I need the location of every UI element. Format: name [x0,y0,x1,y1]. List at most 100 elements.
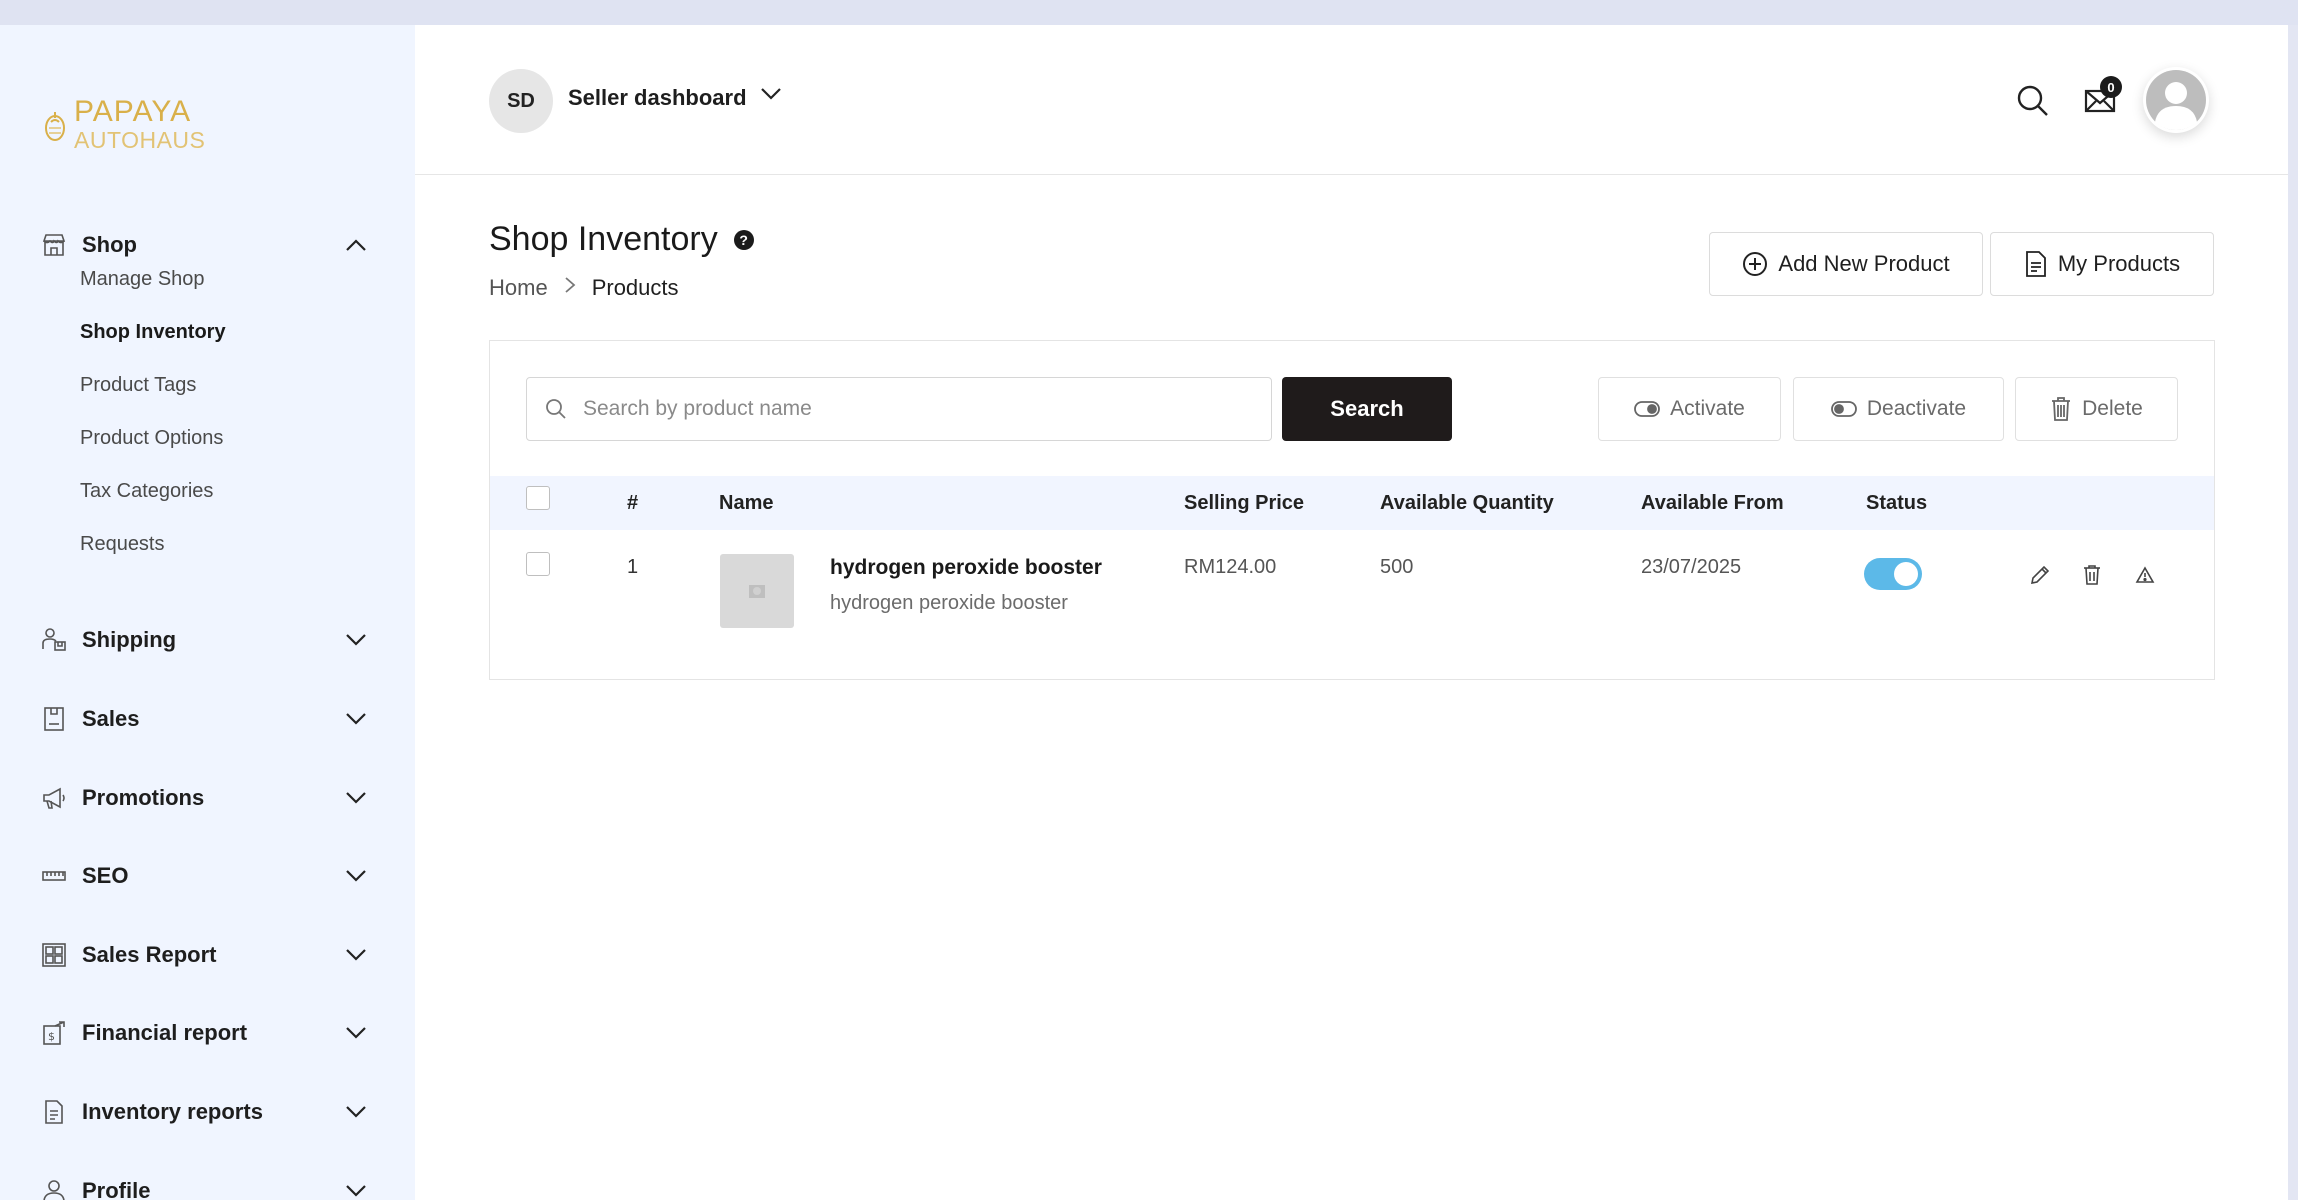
breadcrumb: Home Products [489,275,679,301]
table-row: 1 hydrogen peroxide booster hydrogen per… [490,530,2214,650]
product-name[interactable]: hydrogen peroxide booster [830,556,1102,580]
seller-avatar[interactable]: SD [489,69,553,133]
breadcrumb-current: Products [591,275,679,300]
add-new-product-button[interactable]: Add New Product [1709,232,1983,296]
sidebar-item-product-tags[interactable]: Product Tags [80,370,196,400]
chevron-down-icon[interactable] [342,1098,370,1126]
plus-circle-icon [1743,252,1768,276]
store-icon [40,231,68,259]
page-title: Shop Inventory ? [489,220,754,259]
svg-text:$: $ [48,1030,55,1043]
chevron-down-icon[interactable] [342,626,370,654]
shipping-icon [40,626,68,654]
document-icon [2025,251,2046,277]
toggle-on-icon [1634,401,1661,417]
sidebar-group-label: Shop [82,232,137,257]
column-header-status: Status [1866,492,1928,514]
chevron-up-icon[interactable] [342,231,370,259]
sidebar-item-shop-inventory[interactable]: Shop Inventory [80,317,226,347]
search-field[interactable] [526,377,1272,441]
my-products-button[interactable]: My Products [1990,232,2214,296]
logo-mark-icon [45,111,65,141]
sidebar-group-label: Inventory reports [82,1099,263,1124]
delete-button[interactable]: Delete [2015,377,2178,441]
product-quantity: 500 [1380,556,1414,578]
sidebar-group-profile[interactable]: Profile [40,1171,370,1200]
brand-logo[interactable]: PAPAYA AUTOHAUS [42,97,205,152]
deactivate-button[interactable]: Deactivate [1793,377,2004,441]
sidebar-item-requests[interactable]: Requests [80,529,165,559]
breadcrumb-home[interactable]: Home [489,275,548,301]
chevron-down-icon[interactable] [342,862,370,890]
top-header: SD Seller dashboard 0 [415,25,2288,175]
chevron-down-icon[interactable] [342,784,370,812]
delete-label: Delete [2082,397,2143,420]
sidebar-group-inventory-reports[interactable]: Inventory reports [40,1092,370,1132]
sidebar-group-seo[interactable]: SEO [40,856,370,896]
sidebar-group-sales-report[interactable]: Sales Report [40,935,370,975]
table-header: # Name Selling Price Available Quantity … [490,476,2214,530]
chevron-down-icon[interactable] [342,941,370,969]
search-input[interactable] [583,397,1233,421]
sidebar-group-sales[interactable]: Sales [40,699,370,739]
column-header-name: Name [719,492,774,514]
sidebar-group-promotions[interactable]: Promotions [40,778,370,818]
sidebar: PAPAYA AUTOHAUS Shop Manage Shop Shop In… [0,25,415,1200]
activate-button[interactable]: Activate [1598,377,1781,441]
chevron-down-icon[interactable] [342,1019,370,1047]
add-new-product-label: Add New Product [1778,251,1950,276]
sidebar-group-shipping[interactable]: Shipping [40,620,370,660]
column-header-available-from: Available From [1641,492,1784,514]
sidebar-group-label: Shipping [82,627,177,652]
my-products-label: My Products [2057,251,2181,276]
sidebar-group-label: SEO [82,863,129,888]
chevron-right-icon [564,276,576,300]
chevron-down-icon[interactable] [342,705,370,733]
toggle-off-icon [1830,401,1857,417]
select-all-checkbox[interactable] [526,486,550,510]
search-icon [546,399,566,419]
inventory-card: Search Activate Deactivate Delete # Name… [489,340,2215,680]
row-checkbox[interactable] [526,552,550,576]
page-title-text: Shop Inventory [489,220,718,258]
main-content: SD Seller dashboard 0 Shop Inventory ? H… [415,25,2288,1200]
search-button[interactable]: Search [1282,377,1452,441]
search-icon[interactable] [2015,83,2051,119]
chevron-down-icon[interactable] [342,1177,370,1200]
sidebar-group-financial-report[interactable]: $ Financial report [40,1013,370,1053]
product-available-from: 23/07/2025 [1641,556,1742,578]
sidebar-item-product-options[interactable]: Product Options [80,423,223,453]
image-placeholder-icon [749,585,765,598]
window-top-strip [0,0,2298,25]
deactivate-label: Deactivate [1866,397,1967,420]
dashboard-switcher-label[interactable]: Seller dashboard [568,85,747,111]
row-index: 1 [627,556,639,578]
trash-icon [2052,397,2071,421]
sales-icon [40,705,68,733]
column-header-available-quantity: Available Quantity [1380,492,1554,514]
help-icon[interactable]: ? [733,229,754,250]
user-icon [40,1177,68,1200]
sidebar-item-manage-shop[interactable]: Manage Shop [80,264,205,294]
product-price: RM124.00 [1184,556,1277,578]
sidebar-group-shop[interactable]: Shop [40,225,370,265]
sidebar-group-label: Sales Report [82,942,217,967]
column-header-selling-price: Selling Price [1184,492,1305,514]
sidebar-group-label: Profile [82,1178,151,1200]
sidebar-item-tax-categories[interactable]: Tax Categories [80,476,213,506]
trash-icon[interactable] [2079,562,2105,588]
chevron-down-icon[interactable] [760,87,782,106]
toggle-knob [1894,562,1918,586]
sidebar-group-label: Promotions [82,785,205,810]
status-toggle[interactable] [1864,558,1922,590]
user-avatar[interactable] [2143,67,2209,133]
column-header-index: # [627,492,639,514]
window-right-edge [2288,25,2298,1200]
seo-icon [40,862,68,890]
product-thumbnail[interactable] [720,554,794,628]
edit-pencil-icon[interactable] [2027,562,2053,588]
sidebar-group-label: Sales [82,706,140,731]
report-grid-icon [40,941,68,969]
warning-triangle-icon[interactable] [2132,562,2158,588]
inventory-doc-icon [40,1098,68,1126]
